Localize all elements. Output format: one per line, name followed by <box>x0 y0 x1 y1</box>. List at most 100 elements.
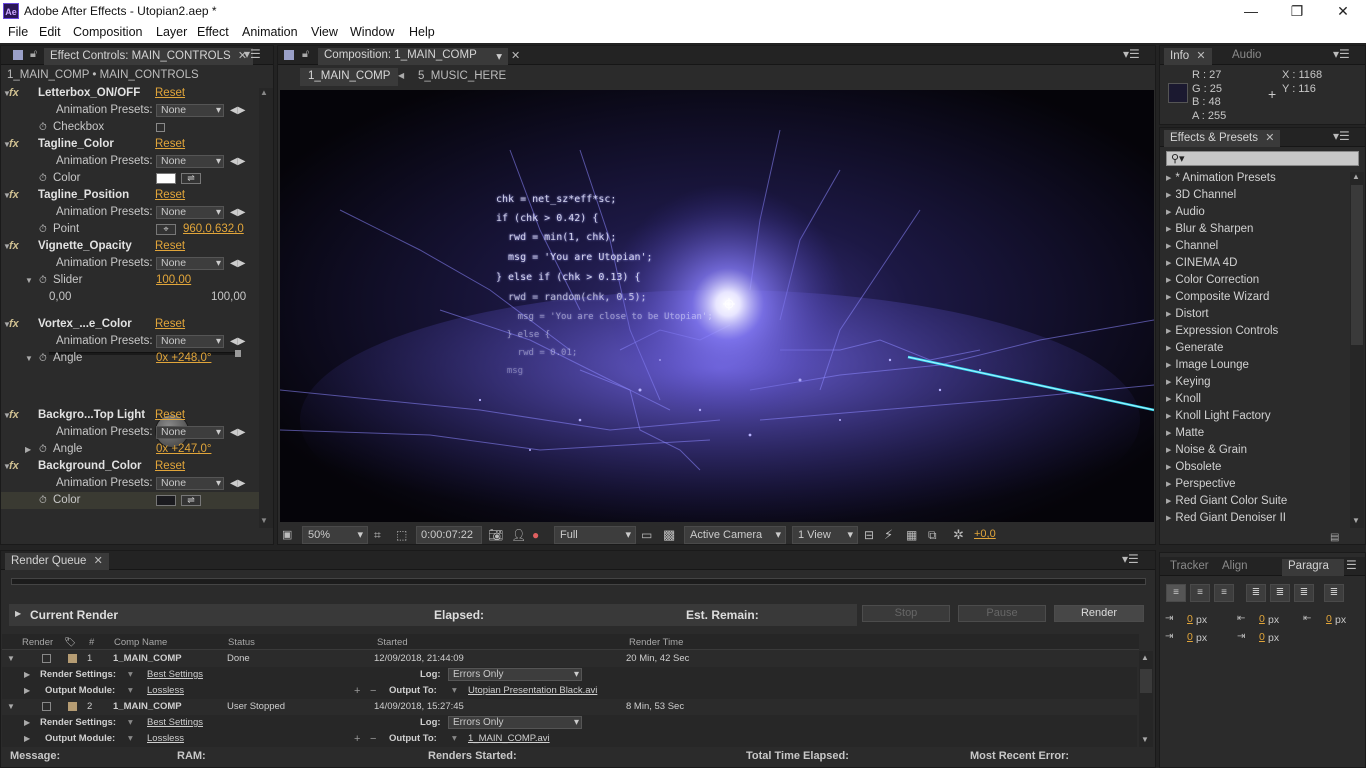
snapshot-camera-icon[interactable]: 📷︎ <box>488 528 503 542</box>
crosshair-icon[interactable]: ⌖ <box>156 224 176 235</box>
column-render-time[interactable]: Render Time <box>629 636 683 650</box>
render-item-2[interactable]: ▼ 2 1_MAIN_COMP User Stopped 14/09/2018,… <box>2 699 1137 715</box>
preset-category[interactable]: Keying <box>1164 374 1349 391</box>
background-color-swatch[interactable] <box>156 495 176 506</box>
column-started[interactable]: Started <box>377 636 408 650</box>
tab-paragraph[interactable]: Paragra <box>1282 559 1344 576</box>
pause-button[interactable]: Pause <box>958 605 1046 622</box>
panel-menu-icon[interactable]: ▾☰ <box>1333 48 1350 61</box>
tagline-color-swatch[interactable] <box>156 173 176 184</box>
camera-view-dropdown[interactable]: Active Camera ▾ <box>684 526 786 544</box>
label-tag-icon[interactable]: 🏷︎ <box>64 636 76 650</box>
effect-vortex-color[interactable]: ▼ fx Vortex_...e_Color Reset <box>1 316 259 333</box>
column-comp-name[interactable]: Comp Name <box>114 636 167 650</box>
output-file-link[interactable]: Utopian Presentation Black.avi <box>468 683 597 699</box>
stopwatch-icon[interactable]: ⏱ <box>39 170 47 187</box>
tab-align[interactable]: Align <box>1216 559 1254 576</box>
preset-category[interactable]: 3D Channel <box>1164 187 1349 204</box>
eyedropper-icon[interactable]: ⇌ <box>181 173 201 184</box>
show-snapshot-icon[interactable]: 👤︎ <box>511 528 526 542</box>
toggle-pixel-aspect-icon[interactable]: ⊟ <box>864 528 874 542</box>
render-settings-link[interactable]: Best Settings <box>147 715 203 731</box>
reset-button[interactable]: Reset <box>155 407 185 424</box>
preset-category[interactable]: Noise & Grain <box>1164 442 1349 459</box>
preset-category[interactable]: Red Giant Denoiser II <box>1164 510 1349 527</box>
space-before-value[interactable]: 0 <box>1259 613 1265 625</box>
close-tab-icon[interactable]: ✕ <box>94 555 103 567</box>
animation-presets-dropdown[interactable]: None <box>156 426 224 439</box>
label-color-swatch[interactable] <box>68 702 77 711</box>
render-button[interactable]: Render <box>1054 605 1144 622</box>
tab-effect-controls[interactable]: Effect Controls: MAIN_CONTROLS ✕ <box>44 48 254 65</box>
preset-arrows-icon[interactable]: ◀▶ <box>230 255 245 272</box>
menu-edit[interactable]: Edit <box>39 25 61 39</box>
preset-arrows-icon[interactable]: ◀▶ <box>230 204 245 221</box>
slider-value[interactable]: 100,00 <box>156 272 191 289</box>
menu-help[interactable]: Help <box>409 25 435 39</box>
lock-icon[interactable]: 🔓︎ <box>30 48 37 61</box>
menu-layer[interactable]: Layer <box>156 25 187 39</box>
menu-file[interactable]: File <box>8 25 28 39</box>
preset-category[interactable]: Composite Wizard <box>1164 289 1349 306</box>
animation-presets-dropdown[interactable]: None <box>156 104 224 117</box>
align-right-icon[interactable]: ≡ <box>1214 584 1234 602</box>
add-output-icon[interactable]: + <box>354 683 360 699</box>
letterbox-checkbox[interactable] <box>156 123 165 132</box>
render-settings-link[interactable]: Best Settings <box>147 667 203 683</box>
stopwatch-icon[interactable]: ⏱ <box>39 492 47 509</box>
expand-icon[interactable]: ▶ <box>24 667 30 683</box>
column-status[interactable]: Status <box>228 636 255 650</box>
animation-presets-dropdown[interactable]: None <box>156 155 224 168</box>
view-layout-dropdown[interactable]: 1 View ▾ <box>792 526 858 544</box>
stopwatch-icon[interactable]: ⏱ <box>39 441 47 458</box>
preset-arrows-icon[interactable]: ◀▶ <box>230 333 245 350</box>
reset-button[interactable]: Reset <box>155 136 185 153</box>
panel-menu-icon[interactable]: ▾☰ <box>1123 48 1140 61</box>
justify-all-icon[interactable]: ≣ <box>1324 584 1344 602</box>
fx-icon[interactable]: fx <box>9 407 19 424</box>
space-after-value[interactable]: 0 <box>1259 631 1265 643</box>
preset-category[interactable]: Matte <box>1164 425 1349 442</box>
reset-button[interactable]: Reset <box>155 85 185 102</box>
animation-presets-dropdown[interactable]: None <box>156 335 224 348</box>
preset-category[interactable]: Generate <box>1164 340 1349 357</box>
flowchart-icon[interactable]: ⧉ <box>928 528 937 543</box>
preset-category[interactable]: Perspective <box>1164 476 1349 493</box>
expand-current-render-icon[interactable]: ▶ <box>15 609 21 618</box>
preset-category[interactable]: * Animation Presets <box>1164 170 1349 187</box>
mask-visibility-icon[interactable]: ⬚ <box>396 528 407 542</box>
expand-icon[interactable]: ▶ <box>24 731 30 747</box>
align-left-icon[interactable]: ≡ <box>1166 584 1186 602</box>
preset-category[interactable]: Blur & Sharpen <box>1164 221 1349 238</box>
reset-button[interactable]: Reset <box>155 316 185 333</box>
reset-button[interactable]: Reset <box>155 238 185 255</box>
log-dropdown[interactable]: Errors Only <box>448 716 582 729</box>
justify-last-center-icon[interactable]: ≣ <box>1270 584 1290 602</box>
effect-vignette-opacity[interactable]: ▼ fx Vignette_Opacity Reset <box>1 238 259 255</box>
menu-window[interactable]: Window <box>350 25 394 39</box>
flow-comp-main[interactable]: 1_MAIN_COMP <box>300 68 399 86</box>
render-checkbox[interactable] <box>42 702 51 711</box>
reset-button[interactable]: Reset <box>155 187 185 204</box>
composition-viewer[interactable]: chk = net_sz*eff*sc; if (chk > 0.42) { r… <box>280 90 1154 522</box>
collapse-icon[interactable]: ▼ <box>7 699 15 715</box>
stopwatch-icon[interactable]: ⏱ <box>39 221 47 238</box>
tab-info[interactable]: Info ✕ <box>1164 48 1212 65</box>
menu-composition[interactable]: Composition <box>73 25 142 39</box>
expand-icon[interactable]: ▶ <box>24 715 30 731</box>
stopwatch-icon[interactable]: ⏱ <box>39 119 47 136</box>
tab-tracker[interactable]: Tracker <box>1164 559 1215 576</box>
dropdown-icon[interactable]: ▾ <box>128 683 133 699</box>
effect-tagline-color[interactable]: ▼ fx Tagline_Color Reset <box>1 136 259 153</box>
animation-presets-dropdown[interactable]: None <box>156 257 224 270</box>
scrollbar[interactable]: ▲ ▼ <box>1139 651 1153 747</box>
angle-value[interactable]: 0x +247,0° <box>156 441 211 458</box>
render-item-1[interactable]: ▼ 1 1_MAIN_COMP Done 12/09/2018, 21:44:0… <box>2 651 1137 667</box>
always-preview-icon[interactable]: ▣ <box>282 528 292 541</box>
magnification-dropdown[interactable]: 50% ▾ <box>302 526 368 544</box>
preset-category[interactable]: Expression Controls <box>1164 323 1349 340</box>
eyedropper-icon[interactable]: ⇌ <box>181 495 201 506</box>
panel-menu-icon[interactable]: ☰ <box>1346 559 1360 572</box>
close-tab-icon[interactable]: ✕ <box>1196 50 1205 62</box>
preset-arrows-icon[interactable]: ◀▶ <box>230 153 245 170</box>
